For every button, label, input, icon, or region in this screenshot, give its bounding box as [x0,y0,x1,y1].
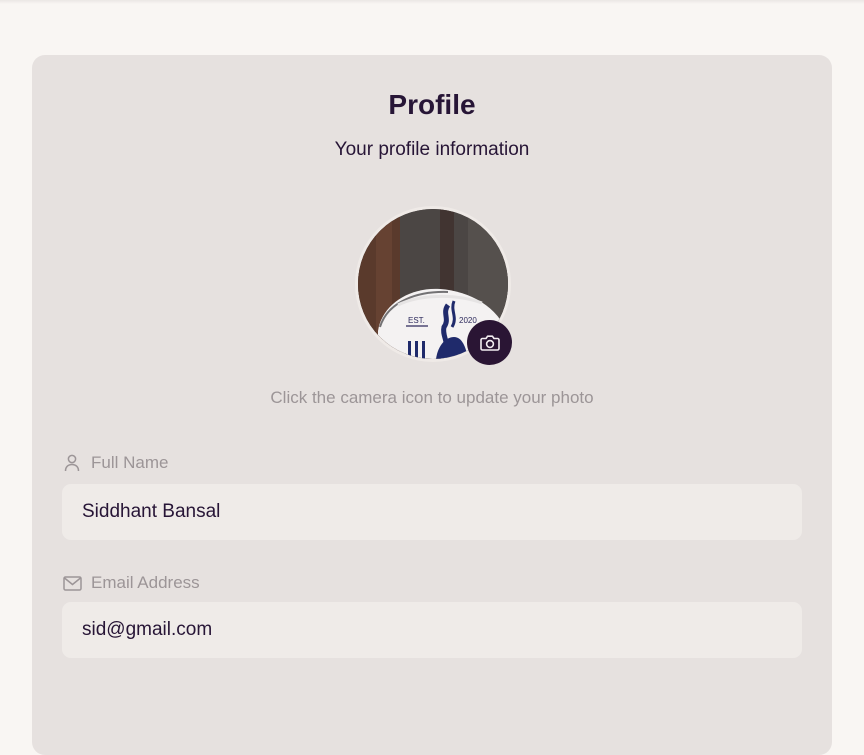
camera-icon [479,334,500,351]
mail-icon [62,573,82,593]
full-name-field[interactable]: Siddhant Bansal [62,484,802,540]
email-label-text: Email Address [91,573,200,592]
full-name-value: Siddhant Bansal [82,501,221,522]
full-name-label: Full Name [62,453,168,473]
page-title: Profile [388,89,476,120]
email-label: Email Address [62,573,200,593]
page-subtitle: Your profile information [334,139,530,160]
full-name-label-text: Full Name [91,453,169,472]
avatar-badge-right: 2020 [459,316,477,325]
email-field[interactable]: sid@gmail.com [62,602,802,658]
email-value: sid@gmail.com [82,619,213,640]
avatar-container: EST. 2020 [355,206,512,365]
user-icon [62,453,82,473]
photo-hint: Click the camera icon to update your pho… [270,388,594,407]
avatar-badge-left: EST. [408,316,425,325]
change-photo-button[interactable] [467,320,512,365]
profile-card: Profile Your profile information EST. 20… [32,55,832,755]
top-shadow-bar [0,0,864,4]
